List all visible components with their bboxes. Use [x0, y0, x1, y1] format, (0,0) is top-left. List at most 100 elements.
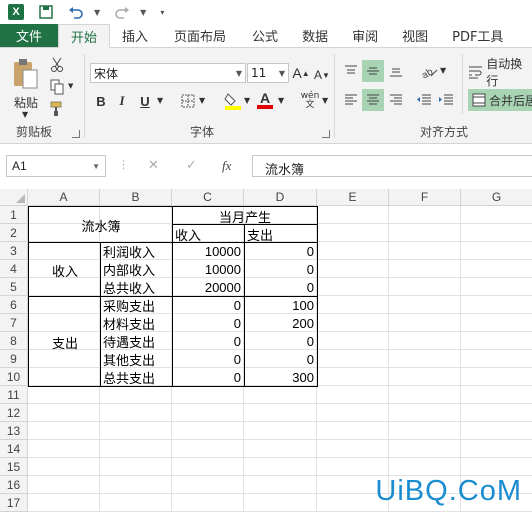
row-header[interactable]: 2: [0, 224, 28, 242]
cell-c1-month[interactable]: 当月产生: [173, 207, 317, 226]
cell-a3-income[interactable]: 收入: [29, 243, 101, 297]
item-label-cell[interactable]: 待遇支出: [103, 332, 173, 351]
cell-d2-out[interactable]: 支出: [247, 225, 317, 244]
copy-dropdown-icon[interactable]: ▼: [68, 82, 73, 90]
customize-icon[interactable]: ▾: [160, 8, 164, 17]
expense-value-cell[interactable]: 0: [244, 332, 317, 350]
tab-pdf-tools[interactable]: PDF工具: [440, 24, 515, 47]
paste-button[interactable]: 粘贴: [10, 94, 42, 110]
copy-icon[interactable]: [48, 78, 66, 96]
top-align-icon[interactable]: [341, 61, 361, 81]
row-header[interactable]: 13: [0, 422, 28, 440]
tab-insert[interactable]: 插入: [110, 24, 160, 47]
middle-align-icon[interactable]: [362, 60, 384, 82]
income-value-cell[interactable]: 10000: [172, 242, 244, 260]
chevron-down-icon[interactable]: ▼: [92, 162, 100, 171]
phonetic-guide-button[interactable]: wén 文: [298, 92, 322, 110]
align-left-icon[interactable]: [341, 90, 361, 110]
row-header[interactable]: 5: [0, 278, 28, 296]
grow-font-button[interactable]: A ▲: [292, 64, 310, 82]
item-label-cell[interactable]: 其他支出: [103, 350, 173, 369]
paste-dropdown-icon[interactable]: ▼: [22, 110, 28, 119]
clipboard-launcher-icon[interactable]: [72, 130, 80, 138]
bold-button[interactable]: B: [93, 92, 109, 110]
enter-icon[interactable]: ✓: [186, 158, 197, 173]
income-value-cell[interactable]: 0: [172, 368, 244, 386]
row-header[interactable]: 14: [0, 440, 28, 458]
align-right-icon[interactable]: [386, 90, 406, 110]
cut-icon[interactable]: [48, 56, 66, 74]
font-size-combo[interactable]: 11 ▼: [247, 63, 289, 83]
orientation-icon[interactable]: ab: [418, 61, 440, 81]
fill-color-dropdown-icon[interactable]: ▼: [244, 96, 250, 105]
tab-home[interactable]: 开始: [58, 24, 111, 48]
row-header[interactable]: 16: [0, 476, 28, 494]
row-header[interactable]: 9: [0, 350, 28, 368]
save-icon[interactable]: [38, 4, 54, 20]
tab-view[interactable]: 视图: [390, 24, 440, 47]
chevron-down-icon[interactable]: ▼: [236, 69, 242, 78]
column-header[interactable]: D: [244, 189, 317, 206]
phonetic-dropdown-icon[interactable]: ▼: [322, 96, 328, 105]
item-label-cell[interactable]: 利润收入: [103, 242, 173, 261]
tab-review[interactable]: 审阅: [340, 24, 390, 47]
tab-formulas[interactable]: 公式: [240, 24, 290, 47]
borders-dropdown-icon[interactable]: ▼: [199, 96, 205, 105]
item-label-cell[interactable]: 总共支出: [103, 368, 173, 387]
redo-icon[interactable]: [114, 4, 130, 20]
wrap-text-button[interactable]: 自动换行: [468, 57, 532, 88]
expense-value-cell[interactable]: 200: [244, 314, 317, 332]
bottom-align-icon[interactable]: [386, 61, 406, 81]
undo-dropdown-icon[interactable]: ▼: [94, 8, 100, 17]
tab-file[interactable]: 文件: [0, 24, 58, 47]
select-all-button[interactable]: [0, 189, 28, 206]
row-header[interactable]: 12: [0, 404, 28, 422]
font-color-dropdown-icon[interactable]: ▼: [278, 96, 284, 105]
expense-value-cell[interactable]: 0: [244, 350, 317, 368]
fill-color-icon[interactable]: [224, 90, 242, 110]
row-header[interactable]: 17: [0, 494, 28, 512]
column-header[interactable]: C: [172, 189, 244, 206]
income-value-cell[interactable]: 20000: [172, 278, 244, 296]
income-value-cell[interactable]: 0: [172, 350, 244, 368]
item-label-cell[interactable]: 材料支出: [103, 314, 173, 333]
cancel-icon[interactable]: ✕: [148, 158, 159, 173]
row-header[interactable]: 11: [0, 386, 28, 404]
font-color-icon[interactable]: A: [256, 90, 274, 110]
row-header[interactable]: 4: [0, 260, 28, 278]
font-launcher-icon[interactable]: [322, 130, 330, 138]
undo-icon[interactable]: [68, 4, 84, 20]
row-header[interactable]: 3: [0, 242, 28, 260]
underline-button[interactable]: U: [137, 92, 153, 110]
paste-icon[interactable]: [8, 56, 42, 92]
column-header[interactable]: G: [461, 189, 532, 206]
tab-data[interactable]: 数据: [290, 24, 340, 47]
decrease-indent-icon[interactable]: [414, 90, 434, 110]
row-header[interactable]: 10: [0, 368, 28, 386]
redo-dropdown-icon[interactable]: ▼: [140, 8, 146, 17]
row-header[interactable]: 15: [0, 458, 28, 476]
insert-function-icon[interactable]: fx: [222, 158, 231, 174]
item-label-cell[interactable]: 采购支出: [103, 296, 173, 315]
expense-value-cell[interactable]: 0: [244, 278, 317, 296]
tab-page-layout[interactable]: 页面布局: [160, 24, 240, 47]
expense-value-cell[interactable]: 100: [244, 296, 317, 314]
borders-icon[interactable]: [179, 92, 197, 110]
expense-value-cell[interactable]: 300: [244, 368, 317, 386]
formula-input[interactable]: 流水簿: [252, 155, 532, 178]
income-value-cell[interactable]: 10000: [172, 260, 244, 278]
item-label-cell[interactable]: 内部收入: [103, 260, 173, 279]
chevron-down-icon[interactable]: ▼: [279, 69, 285, 78]
cell-c2-in[interactable]: 收入: [175, 225, 245, 244]
expense-value-cell[interactable]: 0: [244, 260, 317, 278]
income-value-cell[interactable]: 0: [172, 296, 244, 314]
merge-center-button[interactable]: 合并后居: [468, 89, 532, 111]
increase-indent-icon[interactable]: [436, 90, 456, 110]
expense-value-cell[interactable]: 0: [244, 242, 317, 260]
orientation-dropdown-icon[interactable]: ▼: [440, 66, 446, 75]
cell-a6-expense[interactable]: 支出: [29, 297, 101, 387]
align-center-icon[interactable]: [362, 89, 384, 111]
row-header[interactable]: 8: [0, 332, 28, 350]
shrink-font-button[interactable]: A ▼: [313, 66, 331, 84]
underline-dropdown-icon[interactable]: ▼: [157, 96, 163, 105]
